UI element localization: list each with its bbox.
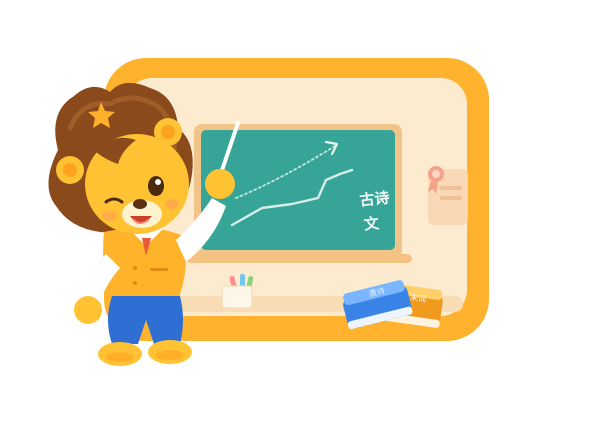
board-text-line1: 古诗 bbox=[359, 189, 391, 210]
chalk-tray bbox=[186, 254, 412, 263]
medal-icon bbox=[428, 166, 468, 225]
classroom-illustration: 古诗 文 宋词 唐诗 bbox=[44, 58, 489, 366]
lion-eye-open bbox=[148, 176, 164, 196]
lion-hand-raised bbox=[205, 169, 235, 199]
board-text-line2: 文 bbox=[363, 214, 381, 234]
